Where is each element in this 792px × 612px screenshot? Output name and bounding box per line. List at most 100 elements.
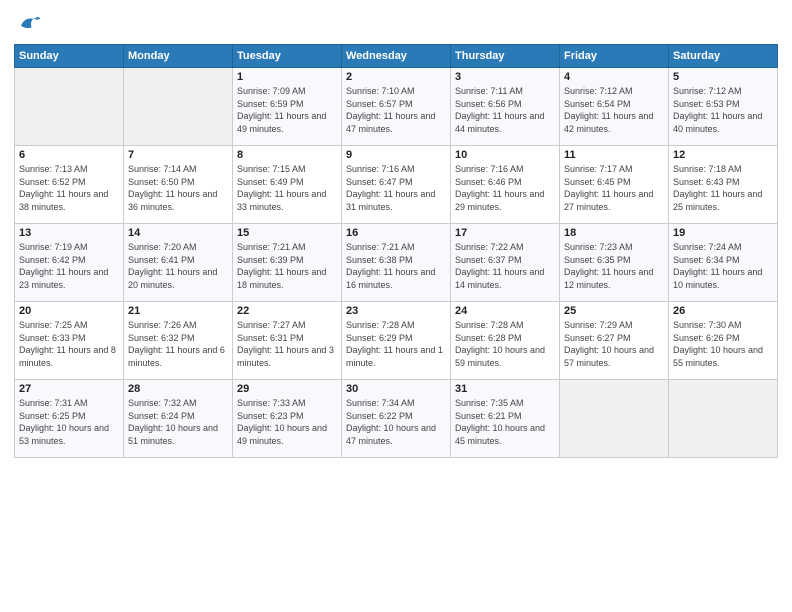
day-number: 8 [237,149,337,161]
day-number: 5 [673,71,773,83]
day-number: 27 [19,383,119,395]
calendar-cell: 14 Sunrise: 7:20 AM Sunset: 6:41 PM Dayli… [124,224,233,302]
day-number: 10 [455,149,555,161]
day-info: Sunrise: 7:26 AM Sunset: 6:32 PM Dayligh… [128,319,228,369]
day-info: Sunrise: 7:28 AM Sunset: 6:29 PM Dayligh… [346,319,446,369]
day-number: 6 [19,149,119,161]
calendar-cell [124,68,233,146]
calendar-cell: 10 Sunrise: 7:16 AM Sunset: 6:46 PM Dayli… [451,146,560,224]
calendar-cell: 19Sunrise: 7:24 AM Sunset: 6:34 PM Dayli… [669,224,778,302]
calendar-cell: 24 Sunrise: 7:28 AM Sunset: 6:28 PM Dayli… [451,302,560,380]
day-number: 4 [564,71,664,83]
calendar-cell: 7 Sunrise: 7:14 AM Sunset: 6:50 PM Daylig… [124,146,233,224]
calendar-cell: 9 Sunrise: 7:16 AM Sunset: 6:47 PM Daylig… [342,146,451,224]
day-info: Sunrise: 7:34 AM Sunset: 6:22 PM Dayligh… [346,397,446,447]
week-row-3: 20 Sunrise: 7:25 AM Sunset: 6:33 PM Dayli… [15,302,778,380]
calendar-cell [560,380,669,458]
calendar-cell: 12 Sunrise: 7:18 AM Sunset: 6:43 PM Dayli… [669,146,778,224]
calendar-cell: 6 Sunrise: 7:13 AM Sunset: 6:52 PM Daylig… [15,146,124,224]
calendar-cell: 21 Sunrise: 7:26 AM Sunset: 6:32 PM Dayli… [124,302,233,380]
day-number: 21 [128,305,228,317]
day-number: 26 [673,305,773,317]
day-number: 19 [673,227,773,239]
day-number: 31 [455,383,555,395]
day-number: 23 [346,305,446,317]
day-info: Sunrise: 7:12 AM Sunset: 6:54 PM Dayligh… [564,85,664,135]
day-number: 16 [346,227,446,239]
day-info: Sunrise: 7:11 AM Sunset: 6:56 PM Dayligh… [455,85,555,135]
day-number: 20 [19,305,119,317]
day-info: Sunrise: 7:21 AM Sunset: 6:39 PM Dayligh… [237,241,337,291]
day-number: 25 [564,305,664,317]
day-info: Sunrise: 7:18 AM Sunset: 6:43 PM Dayligh… [673,163,773,213]
day-info: Sunrise: 7:13 AM Sunset: 6:52 PM Dayligh… [19,163,119,213]
day-info: Sunrise: 7:15 AM Sunset: 6:49 PM Dayligh… [237,163,337,213]
day-number: 28 [128,383,228,395]
day-number: 22 [237,305,337,317]
day-number: 7 [128,149,228,161]
day-number: 17 [455,227,555,239]
calendar-cell: 25 Sunrise: 7:29 AM Sunset: 6:27 PM Dayli… [560,302,669,380]
calendar-cell [669,380,778,458]
calendar-cell: 4 Sunrise: 7:12 AM Sunset: 6:54 PM Daylig… [560,68,669,146]
week-row-0: 1 Sunrise: 7:09 AM Sunset: 6:59 PM Daylig… [15,68,778,146]
day-info: Sunrise: 7:30 AM Sunset: 6:26 PM Dayligh… [673,319,773,369]
day-info: Sunrise: 7:32 AM Sunset: 6:24 PM Dayligh… [128,397,228,447]
day-info: Sunrise: 7:17 AM Sunset: 6:45 PM Dayligh… [564,163,664,213]
calendar-cell: 27 Sunrise: 7:31 AM Sunset: 6:25 PM Dayli… [15,380,124,458]
day-number: 11 [564,149,664,161]
day-number: 12 [673,149,773,161]
day-number: 30 [346,383,446,395]
day-number: 1 [237,71,337,83]
calendar-cell: 5 Sunrise: 7:12 AM Sunset: 6:53 PM Daylig… [669,68,778,146]
calendar-cell: 31 Sunrise: 7:35 AM Sunset: 6:21 PM Dayli… [451,380,560,458]
col-header-thursday: Thursday [451,45,560,68]
day-number: 15 [237,227,337,239]
calendar-cell: 26 Sunrise: 7:30 AM Sunset: 6:26 PM Dayli… [669,302,778,380]
calendar-cell: 3 Sunrise: 7:11 AM Sunset: 6:56 PM Daylig… [451,68,560,146]
day-info: Sunrise: 7:28 AM Sunset: 6:28 PM Dayligh… [455,319,555,369]
calendar-cell: 13Sunrise: 7:19 AM Sunset: 6:42 PM Dayli… [15,224,124,302]
calendar-cell: 29 Sunrise: 7:33 AM Sunset: 6:23 PM Dayli… [233,380,342,458]
day-info: Sunrise: 7:20 AM Sunset: 6:41 PM Dayligh… [128,241,228,291]
day-info: Sunrise: 7:23 AM Sunset: 6:35 PM Dayligh… [564,241,664,291]
day-info: Sunrise: 7:14 AM Sunset: 6:50 PM Dayligh… [128,163,228,213]
col-header-tuesday: Tuesday [233,45,342,68]
day-number: 24 [455,305,555,317]
day-info: Sunrise: 7:29 AM Sunset: 6:27 PM Dayligh… [564,319,664,369]
calendar-cell: 17Sunrise: 7:22 AM Sunset: 6:37 PM Dayli… [451,224,560,302]
day-info: Sunrise: 7:31 AM Sunset: 6:25 PM Dayligh… [19,397,119,447]
day-info: Sunrise: 7:25 AM Sunset: 6:33 PM Dayligh… [19,319,119,369]
day-info: Sunrise: 7:35 AM Sunset: 6:21 PM Dayligh… [455,397,555,447]
logo [14,10,46,38]
day-number: 2 [346,71,446,83]
day-info: Sunrise: 7:16 AM Sunset: 6:47 PM Dayligh… [346,163,446,213]
day-number: 14 [128,227,228,239]
day-number: 29 [237,383,337,395]
day-info: Sunrise: 7:12 AM Sunset: 6:53 PM Dayligh… [673,85,773,135]
week-row-2: 13Sunrise: 7:19 AM Sunset: 6:42 PM Dayli… [15,224,778,302]
calendar-cell: 30 Sunrise: 7:34 AM Sunset: 6:22 PM Dayli… [342,380,451,458]
calendar-cell: 28 Sunrise: 7:32 AM Sunset: 6:24 PM Dayli… [124,380,233,458]
calendar-cell: 11 Sunrise: 7:17 AM Sunset: 6:45 PM Dayli… [560,146,669,224]
col-header-friday: Friday [560,45,669,68]
calendar-cell [15,68,124,146]
calendar-cell: 23 Sunrise: 7:28 AM Sunset: 6:29 PM Dayli… [342,302,451,380]
day-number: 3 [455,71,555,83]
calendar-cell: 1 Sunrise: 7:09 AM Sunset: 6:59 PM Daylig… [233,68,342,146]
day-info: Sunrise: 7:27 AM Sunset: 6:31 PM Dayligh… [237,319,337,369]
calendar-cell: 16Sunrise: 7:21 AM Sunset: 6:38 PM Dayli… [342,224,451,302]
calendar-cell: 8 Sunrise: 7:15 AM Sunset: 6:49 PM Daylig… [233,146,342,224]
calendar-cell: 2Sunrise: 7:10 AM Sunset: 6:57 PM Daylig… [342,68,451,146]
day-number: 9 [346,149,446,161]
calendar-cell: 18 Sunrise: 7:23 AM Sunset: 6:35 PM Dayli… [560,224,669,302]
col-header-saturday: Saturday [669,45,778,68]
calendar-cell: 22 Sunrise: 7:27 AM Sunset: 6:31 PM Dayli… [233,302,342,380]
page-header [14,10,778,38]
day-info: Sunrise: 7:16 AM Sunset: 6:46 PM Dayligh… [455,163,555,213]
day-info: Sunrise: 7:33 AM Sunset: 6:23 PM Dayligh… [237,397,337,447]
day-info: Sunrise: 7:09 AM Sunset: 6:59 PM Dayligh… [237,85,337,135]
calendar-cell: 20 Sunrise: 7:25 AM Sunset: 6:33 PM Dayli… [15,302,124,380]
calendar-cell: 15 Sunrise: 7:21 AM Sunset: 6:39 PM Dayli… [233,224,342,302]
day-number: 18 [564,227,664,239]
